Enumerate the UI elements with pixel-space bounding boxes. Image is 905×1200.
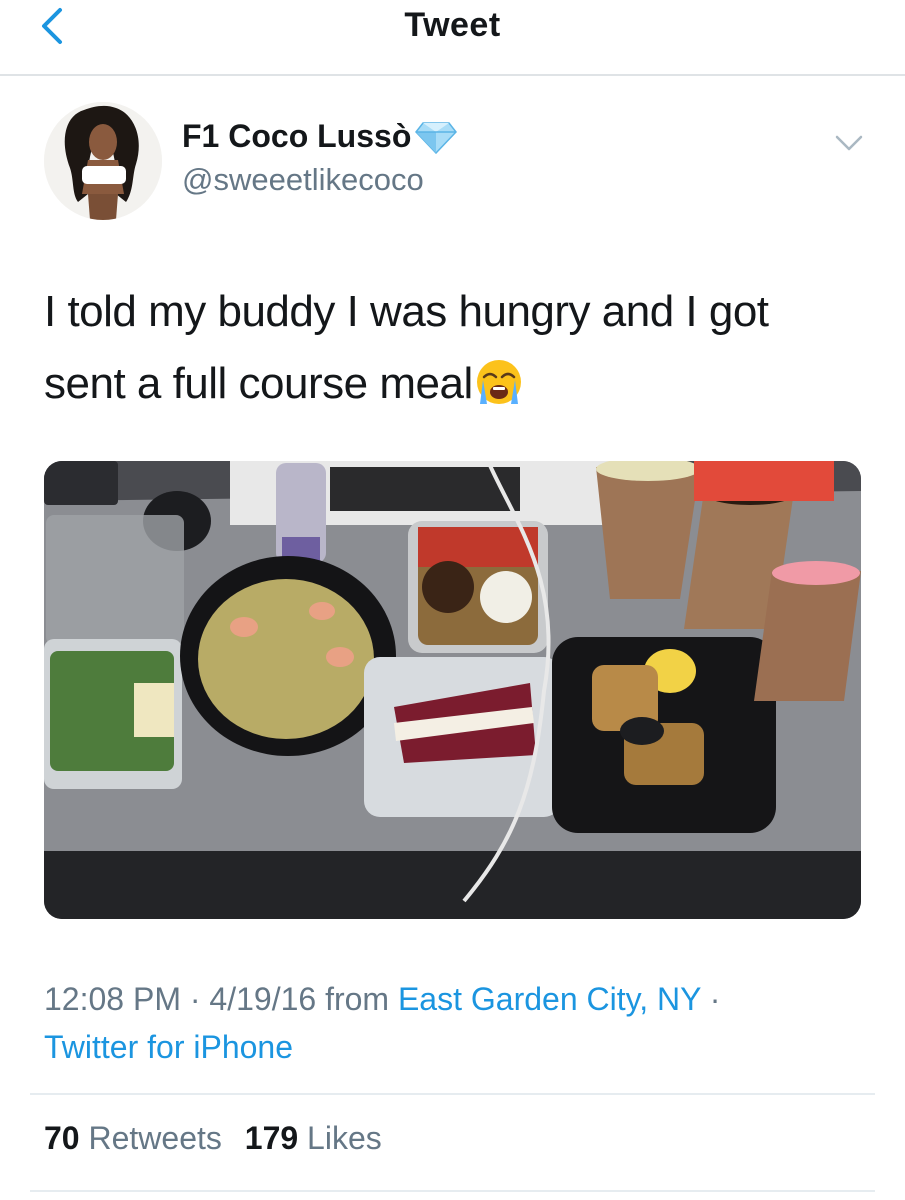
nav-bar: Tweet	[0, 0, 905, 76]
author-name-row[interactable]: F1 Coco Lussò	[182, 118, 458, 155]
display-name[interactable]: F1 Coco Lussò	[182, 118, 411, 155]
likes-stat[interactable]: 179 Likes	[245, 1120, 382, 1156]
avatar[interactable]	[44, 102, 162, 220]
meta-separator: ·	[700, 981, 721, 1017]
divider	[30, 1093, 875, 1095]
retweets-label: Retweets	[88, 1120, 222, 1156]
location-link[interactable]: East Garden City, NY	[398, 981, 701, 1017]
source-link[interactable]: Twitter for iPhone	[44, 1029, 293, 1065]
from-label: from	[316, 981, 398, 1017]
user-handle[interactable]: @sweeetlikecoco	[182, 162, 424, 198]
retweets-stat[interactable]: 70 Retweets	[44, 1120, 222, 1156]
chevron-down-icon[interactable]	[834, 132, 864, 154]
food-photo-illustration	[44, 461, 861, 919]
tweet-text: I told my buddy I was hungry and I got s…	[44, 276, 864, 420]
likes-count: 179	[244, 1120, 299, 1156]
page-title: Tweet	[404, 6, 501, 44]
meta-separator: ·	[180, 981, 210, 1017]
engagement-stats: 70 Retweets 179 Likes	[44, 1120, 396, 1157]
tweet-text-line-2: sent a full course meal	[44, 359, 473, 408]
crying-face-emoji-icon	[476, 360, 521, 404]
likes-label: Likes	[307, 1120, 382, 1156]
tweet-date: 4/19/16	[209, 981, 317, 1017]
tweet-time: 12:08 PM	[44, 981, 181, 1017]
tweet-text-line-1: I told my buddy I was hungry and I got	[44, 287, 769, 336]
diamond-icon	[415, 121, 458, 154]
divider	[30, 1190, 875, 1192]
tweet-photo[interactable]	[44, 461, 861, 919]
avatar-image	[44, 102, 162, 220]
tweet-metadata: 12:08 PM · 4/19/16 from East Garden City…	[44, 975, 844, 1071]
retweets-count: 70	[44, 1120, 80, 1156]
